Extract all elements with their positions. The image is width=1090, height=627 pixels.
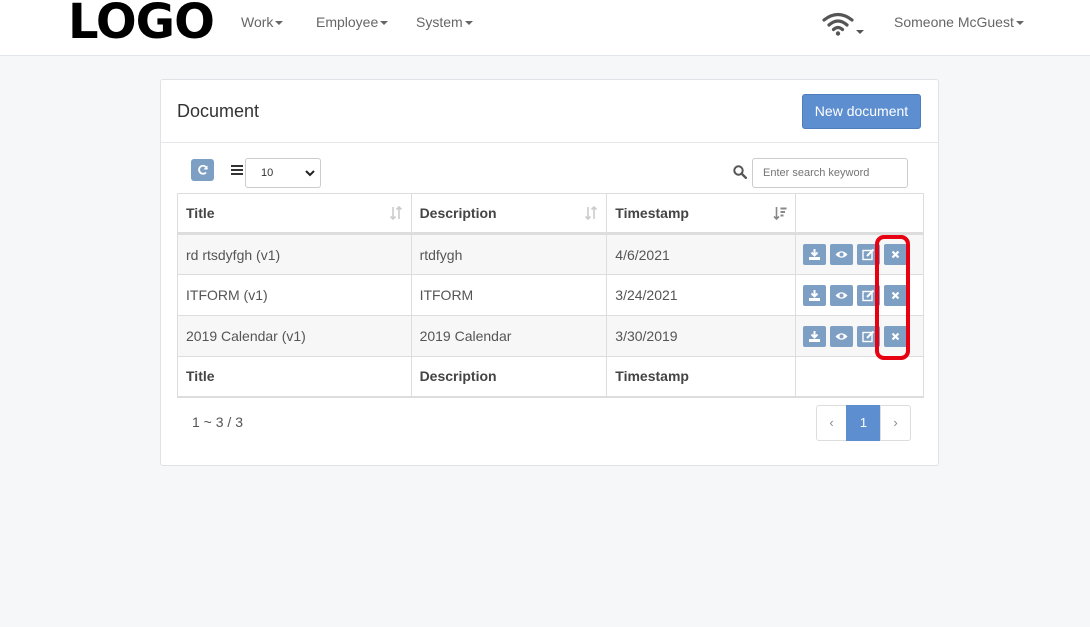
close-icon (891, 291, 899, 299)
download-button[interactable] (803, 284, 826, 306)
documents-table: Title Description Timestamp rd rtsdyfgh … (177, 193, 924, 398)
cell-title: rd rtsdyfgh (v1) (177, 233, 412, 275)
column-description-label: Description (419, 205, 497, 221)
search-icon (733, 165, 747, 179)
cell-description: 2019 Calendar (410, 315, 608, 357)
list-icon (231, 165, 243, 175)
table-row: 2019 Calendar (v1) 2019 Calendar 3/30/20… (177, 315, 924, 357)
column-header-title[interactable]: Title (177, 193, 412, 235)
nav-work-menu[interactable]: Work (241, 14, 284, 30)
cell-actions (795, 274, 924, 316)
column-header-description[interactable]: Description (410, 193, 608, 235)
nav-system-menu[interactable]: System (416, 14, 473, 30)
nav-work-label: Work (241, 14, 274, 30)
cell-title: ITFORM (v1) (177, 274, 412, 316)
delete-button[interactable] (883, 284, 907, 306)
view-button[interactable] (829, 325, 853, 347)
download-icon (809, 249, 820, 260)
edit-icon (862, 330, 874, 342)
footer-actions (795, 356, 924, 398)
edit-button[interactable] (856, 284, 880, 306)
pagination-next[interactable]: › (880, 405, 911, 441)
close-icon (891, 332, 899, 340)
refresh-icon (197, 164, 208, 175)
download-button[interactable] (803, 244, 826, 265)
cell-timestamp: 4/6/2021 (606, 233, 796, 275)
cell-timestamp: 3/30/2019 (606, 315, 796, 357)
view-button[interactable] (829, 284, 853, 306)
cell-timestamp: 3/24/2021 (606, 274, 796, 316)
search-input[interactable] (752, 158, 908, 188)
table-row: rd rtsdyfgh (v1) rtdfygh 4/6/2021 (177, 233, 924, 275)
download-icon (809, 289, 820, 301)
footer-timestamp: Timestamp (606, 356, 796, 398)
document-panel: Document New document 10 Title (160, 79, 939, 466)
page-size-value: 10 (261, 167, 274, 179)
user-name: Someone McGuest (894, 14, 1014, 30)
column-timestamp-label: Timestamp (615, 205, 689, 221)
pagination-info: 1 ~ 3 / 3 (192, 414, 243, 430)
page-size-select[interactable]: 10 (245, 158, 321, 188)
eye-icon (835, 251, 848, 258)
column-header-actions (795, 193, 924, 235)
column-header-timestamp[interactable]: Timestamp (606, 193, 796, 235)
cell-description: ITFORM (410, 274, 608, 316)
cell-description: rtdfygh (410, 233, 608, 275)
pagination-prev[interactable]: ‹ (816, 405, 847, 441)
download-button[interactable] (803, 325, 826, 347)
footer-description: Description (410, 356, 608, 398)
nav-employee-label: Employee (316, 14, 379, 30)
wifi-icon (822, 12, 864, 36)
sort-icon (389, 206, 402, 220)
close-icon (891, 250, 899, 259)
edit-icon (862, 289, 874, 301)
table-footer-row: Title Description Timestamp (177, 356, 924, 398)
logo[interactable]: LOGO (68, 0, 215, 46)
table-row: ITFORM (v1) ITFORM 3/24/2021 (177, 274, 924, 316)
delete-button[interactable] (883, 244, 907, 265)
caret-down-icon (380, 21, 389, 26)
top-navbar: LOGO Work Employee System Someone McGues… (0, 0, 1090, 56)
cell-actions (795, 233, 924, 275)
cell-title: 2019 Calendar (v1) (177, 315, 412, 357)
new-document-button[interactable]: New document (802, 94, 921, 129)
refresh-button[interactable] (191, 159, 214, 181)
download-icon (809, 330, 820, 342)
panel-header: Document New document (161, 80, 938, 143)
sort-desc-icon (773, 207, 787, 220)
caret-down-icon (1015, 21, 1024, 26)
edit-button[interactable] (856, 325, 880, 347)
table-header-row: Title Description Timestamp (177, 193, 924, 235)
chevron-down-icon (305, 170, 315, 177)
edit-button[interactable] (856, 244, 880, 265)
user-menu[interactable]: Someone McGuest (894, 14, 1024, 30)
column-title-label: Title (186, 205, 215, 221)
nav-system-label: System (416, 14, 463, 30)
edit-icon (862, 248, 874, 261)
pagination: ‹ 1 › (816, 405, 911, 441)
nav-employee-menu[interactable]: Employee (316, 14, 389, 30)
eye-icon (835, 332, 848, 340)
delete-button[interactable] (883, 325, 907, 347)
page-title: Document (177, 101, 260, 121)
sort-icon (585, 206, 598, 220)
eye-icon (835, 291, 848, 299)
wifi-status-dropdown[interactable] (822, 12, 866, 38)
footer-title: Title (177, 356, 412, 398)
caret-down-icon (464, 21, 473, 26)
cell-actions (795, 315, 924, 357)
caret-down-icon (275, 21, 284, 26)
view-button[interactable] (829, 244, 853, 265)
pagination-page-1[interactable]: 1 (846, 405, 881, 441)
